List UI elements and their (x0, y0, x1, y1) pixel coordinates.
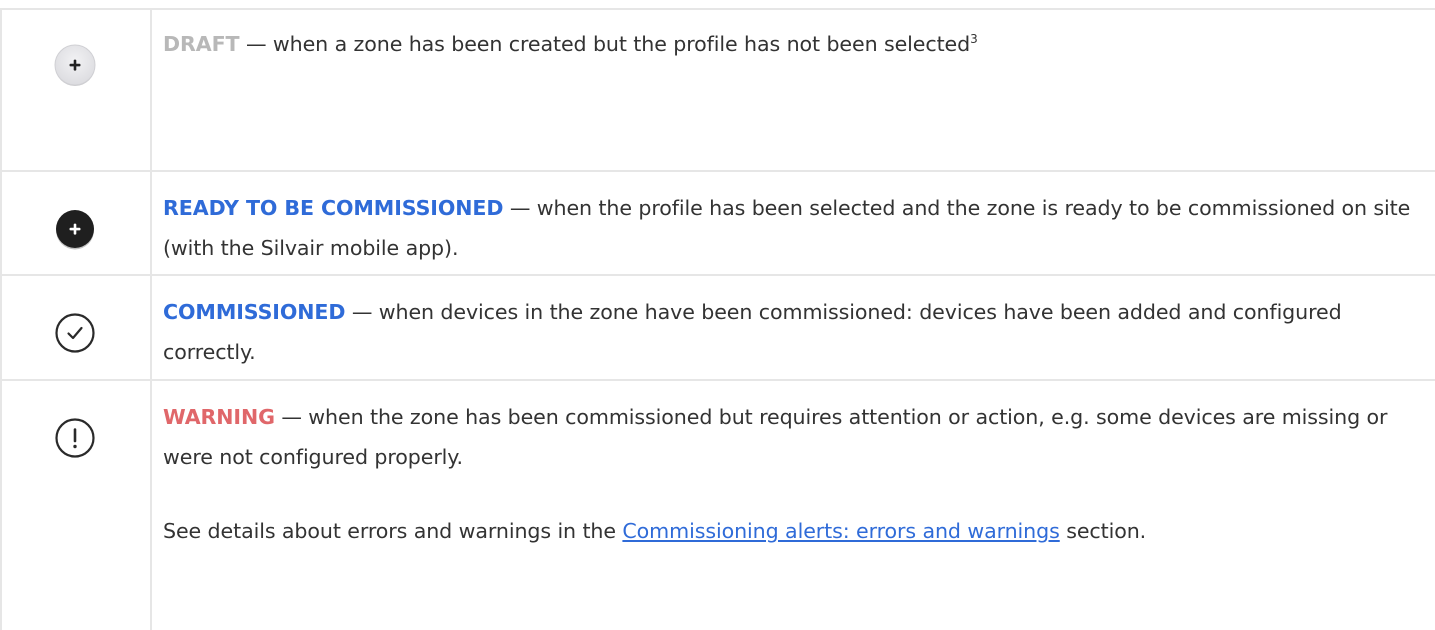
status-description: COMMISSIONED — when devices in the zone … (163, 276, 1435, 372)
status-text: — when a zone has been created but the p… (239, 32, 971, 56)
description-cell: READY TO BE COMMISSIONED — when the prof… (150, 170, 1435, 277)
description-cell: WARNING — when the zone has been commiss… (150, 378, 1435, 630)
plus-dark-circle-icon (53, 207, 97, 251)
icon-cell (0, 274, 152, 381)
description-cell: COMMISSIONED — when devices in the zone … (150, 274, 1435, 381)
icon-cell (0, 378, 152, 630)
plus-light-circle-icon (53, 43, 97, 87)
check-circle-icon (53, 311, 97, 355)
status-row-draft: DRAFT — when a zone has been created but… (0, 7, 1435, 173)
see-prefix: See details about errors and warnings in… (163, 518, 623, 543)
icon-cell (0, 7, 152, 173)
status-row-commissioned: COMMISSIONED — when devices in the zone … (0, 274, 1435, 381)
icon-cell (0, 170, 152, 277)
status-description: DRAFT — when a zone has been created but… (163, 10, 1435, 64)
status-description: WARNING — when the zone has been commiss… (163, 381, 1435, 477)
status-row-warning: WARNING — when the zone has been commiss… (0, 378, 1435, 630)
status-description: READY TO BE COMMISSIONED — when the prof… (163, 172, 1435, 268)
status-text: — when the zone has been commissioned bu… (163, 404, 1388, 469)
see-details-note: See details about errors and warnings in… (163, 477, 1435, 551)
commissioning-alerts-link[interactable]: Commissioning alerts: errors and warning… (622, 519, 1059, 543)
exclamation-circle-icon (53, 416, 97, 460)
status-row-ready: READY TO BE COMMISSIONED — when the prof… (0, 170, 1435, 277)
status-label-ready: READY TO BE COMMISSIONED (163, 196, 504, 221)
description-cell: DRAFT — when a zone has been created but… (150, 7, 1435, 173)
zone-status-table: DRAFT — when a zone has been created but… (0, 7, 1435, 630)
status-label-commissioned: COMMISSIONED (163, 300, 346, 325)
footnote-marker[interactable]: 3 (970, 32, 978, 46)
status-label-warning: WARNING (163, 404, 275, 429)
see-suffix: section. (1059, 518, 1147, 543)
status-label-draft: DRAFT (163, 32, 240, 56)
